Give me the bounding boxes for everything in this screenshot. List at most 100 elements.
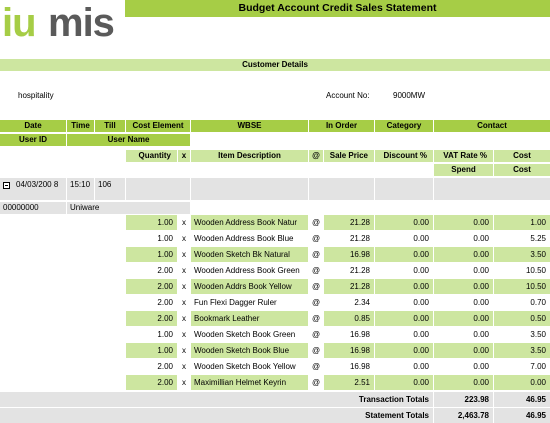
transaction-date: 04/03/200 8 [16, 180, 59, 189]
item-sale-price: 2.34 [324, 295, 374, 310]
item-at: @ [309, 247, 323, 262]
item-discount: 0.00 [375, 375, 433, 390]
col-header-sale-price: Sale Price [324, 150, 374, 162]
col-header-wbse: WBSE [191, 120, 308, 132]
transaction-contact [434, 178, 550, 200]
col-header-user-id: User ID [0, 134, 66, 146]
item-cost: 0.70 [494, 295, 550, 310]
item-discount: 0.00 [375, 295, 433, 310]
col-header-contact: Contact [434, 120, 550, 132]
item-quantity: 2.00 [126, 263, 177, 278]
item-vat-rate: 0.00 [434, 359, 493, 374]
item-quantity: 2.00 [126, 359, 177, 374]
item-cost: 7.00 [494, 359, 550, 374]
item-description: Wooden Sketch Book Yellow [191, 359, 308, 374]
col-header-date: Date [0, 120, 66, 132]
statement-totals-label: Statement Totals [0, 408, 433, 423]
col-header-item-description: Item Description [191, 150, 308, 162]
item-cost: 3.50 [494, 343, 550, 358]
item-quantity: 1.00 [126, 343, 177, 358]
item-cost: 0.00 [494, 375, 550, 390]
col-header-x: x [178, 150, 190, 162]
statement-totals-spend: 2,463.78 [434, 408, 493, 423]
item-cost: 3.50 [494, 247, 550, 262]
item-discount: 0.00 [375, 231, 433, 246]
item-vat-rate: 0.00 [434, 295, 493, 310]
item-quantity: 2.00 [126, 279, 177, 294]
item-vat-rate: 0.00 [434, 247, 493, 262]
item-quantity: 2.00 [126, 375, 177, 390]
item-vat-rate: 0.00 [434, 263, 493, 278]
transaction-totals-label: Transaction Totals [0, 392, 433, 407]
transaction-category [375, 178, 433, 200]
item-discount: 0.00 [375, 327, 433, 342]
item-at: @ [309, 327, 323, 342]
col-header-vat-rate: VAT Rate % [434, 150, 493, 162]
item-description: Wooden Addrs Book Yellow [191, 279, 308, 294]
item-at: @ [309, 375, 323, 390]
transaction-totals-spend: 223.98 [434, 392, 493, 407]
item-at: @ [309, 263, 323, 278]
col-header-till: Till [95, 120, 125, 132]
item-at: @ [309, 359, 323, 374]
statement-totals-cost: 46.95 [494, 408, 550, 423]
col-header-discount: Discount % [375, 150, 433, 162]
transaction-time: 15:10 [67, 178, 94, 200]
item-x: x [178, 215, 190, 230]
item-x: x [178, 311, 190, 326]
item-sale-price: 21.28 [324, 263, 374, 278]
item-quantity: 1.00 [126, 215, 177, 230]
transaction-till: 106 [95, 178, 125, 200]
item-vat-rate: 0.00 [434, 375, 493, 390]
item-sale-price: 21.28 [324, 279, 374, 294]
col-header-cost: Cost [494, 150, 550, 162]
item-at: @ [309, 311, 323, 326]
transaction-user-name: Uniware [67, 202, 190, 214]
transaction-cost-element [126, 178, 190, 200]
col-header-cost-2: Cost [494, 164, 550, 176]
item-discount: 0.00 [375, 343, 433, 358]
item-cost: 1.00 [494, 215, 550, 230]
item-quantity: 1.00 [126, 231, 177, 246]
item-x: x [178, 231, 190, 246]
item-vat-rate: 0.00 [434, 279, 493, 294]
item-sale-price: 21.28 [324, 215, 374, 230]
item-description: Wooden Address Book Blue [191, 231, 308, 246]
item-x: x [178, 375, 190, 390]
col-header-cost-element: Cost Element [126, 120, 190, 132]
item-discount: 0.00 [375, 215, 433, 230]
col-header-user-name: User Name [67, 134, 190, 146]
item-sale-price: 16.98 [324, 343, 374, 358]
item-vat-rate: 0.00 [434, 215, 493, 230]
item-x: x [178, 343, 190, 358]
item-description: Maximillian Helmet Keyrin [191, 375, 308, 390]
item-sale-price: 16.98 [324, 327, 374, 342]
item-vat-rate: 0.00 [434, 231, 493, 246]
item-x: x [178, 279, 190, 294]
item-cost: 3.50 [494, 327, 550, 342]
item-vat-rate: 0.00 [434, 343, 493, 358]
minus-square-icon[interactable] [3, 182, 10, 189]
item-sale-price: 21.28 [324, 231, 374, 246]
item-x: x [178, 263, 190, 278]
item-discount: 0.00 [375, 279, 433, 294]
item-at: @ [309, 295, 323, 310]
item-quantity: 1.00 [126, 327, 177, 342]
item-vat-rate: 0.00 [434, 311, 493, 326]
item-x: x [178, 295, 190, 310]
item-vat-rate: 0.00 [434, 327, 493, 342]
item-x: x [178, 359, 190, 374]
col-header-time: Time [67, 120, 94, 132]
transaction-user-id: 00000000 [0, 202, 66, 214]
col-header-spend: Spend [434, 164, 493, 176]
statement-table: Date Time Till Cost Element WBSE In Order Cate… [0, 0, 550, 423]
item-description: Fun Flexi Dagger Ruler [191, 295, 308, 310]
item-cost: 10.50 [494, 263, 550, 278]
col-header-in-order: In Order [309, 120, 374, 132]
item-x: x [178, 327, 190, 342]
item-cost: 5.25 [494, 231, 550, 246]
item-sale-price: 16.98 [324, 359, 374, 374]
item-discount: 0.00 [375, 247, 433, 262]
col-header-category: Category [375, 120, 433, 132]
item-discount: 0.00 [375, 263, 433, 278]
